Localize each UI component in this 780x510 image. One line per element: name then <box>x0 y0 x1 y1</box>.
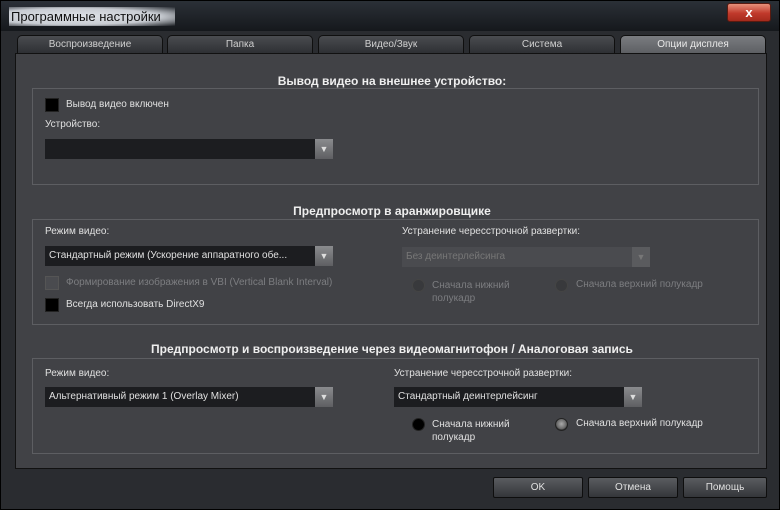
directx9-checkbox[interactable] <box>45 298 59 312</box>
section-heading-external: Вывод видео на внешнее устройство: <box>277 74 507 88</box>
ok-button[interactable]: OK <box>493 477 583 498</box>
directx9-label: Всегда использовать DirectX9 <box>66 299 205 310</box>
arranger-upper-field-label: Сначала верхний полукадр <box>576 279 703 290</box>
tab-playback[interactable]: Воспроизведение <box>17 35 163 53</box>
vbi-label: Формирование изображения в VBI (Vertical… <box>66 277 333 288</box>
label-line: полукадр <box>432 432 476 443</box>
arranger-deinterlace-select[interactable]: Без деинтерлейсинга ▼ <box>402 247 650 267</box>
arranger-video-mode-select[interactable]: Стандартный режим (Ускорение аппаратного… <box>45 246 333 266</box>
arranger-deinterlace-value: Без деинтерлейсинга <box>406 251 506 262</box>
video-output-label: Вывод видео включен <box>66 99 169 110</box>
label-line: Сначала нижний <box>432 280 510 291</box>
vcr-deinterlace-label: Устранение чересстрочной развертки: <box>394 368 572 379</box>
cancel-button[interactable]: Отмена <box>588 477 678 498</box>
arranger-upper-field-radio[interactable] <box>555 279 568 292</box>
video-output-checkbox[interactable] <box>45 98 59 112</box>
label-line: полукадр <box>432 293 476 304</box>
display-options-panel: Вывод видео на внешнее устройство: Вывод… <box>15 53 767 469</box>
chevron-down-icon: ▼ <box>315 387 333 407</box>
label-line: Сначала нижний <box>432 419 510 430</box>
chevron-down-icon: ▼ <box>624 387 642 407</box>
vcr-video-mode-select[interactable]: Альтернативный режим 1 (Overlay Mixer) ▼ <box>45 387 333 407</box>
deinterlace-label: Устранение чересстрочной развертки: <box>402 226 580 237</box>
dialog-window: Программные настройки x Воспроизведение … <box>0 0 780 510</box>
vbi-checkbox[interactable] <box>45 276 59 290</box>
device-select[interactable]: ▼ <box>45 139 333 159</box>
chevron-down-icon: ▼ <box>315 246 333 266</box>
tab-system[interactable]: Система <box>469 35 615 53</box>
vcr-upper-field-radio[interactable] <box>555 418 568 431</box>
window-title: Программные настройки <box>9 7 175 26</box>
chevron-down-icon: ▼ <box>315 139 333 159</box>
arranger-video-mode-value: Стандартный режим (Ускорение аппаратного… <box>49 250 288 261</box>
vcr-upper-field-label: Сначала верхний полукадр <box>576 418 703 429</box>
chevron-down-icon: ▼ <box>632 247 650 267</box>
vcr-video-mode-label: Режим видео: <box>45 368 110 379</box>
vcr-deinterlace-select[interactable]: Стандартный деинтерлейсинг ▼ <box>394 387 642 407</box>
vcr-lower-field-radio[interactable] <box>412 418 425 431</box>
vcr-deinterlace-value: Стандартный деинтерлейсинг <box>398 391 538 402</box>
section-heading-arranger: Предпросмотр в аранжировщике <box>293 204 491 218</box>
tab-folder[interactable]: Папка <box>167 35 313 53</box>
tab-video-audio[interactable]: Видео/Звук <box>318 35 464 53</box>
arranger-lower-field-label: Сначала нижний полукадр <box>432 279 510 305</box>
arranger-lower-field-radio[interactable] <box>412 279 425 292</box>
device-label: Устройство: <box>45 119 101 130</box>
close-button[interactable]: x <box>727 3 771 22</box>
vcr-lower-field-label: Сначала нижний полукадр <box>432 418 510 444</box>
vcr-video-mode-value: Альтернативный режим 1 (Overlay Mixer) <box>49 391 239 402</box>
help-button[interactable]: Помощь <box>683 477 767 498</box>
section-heading-vcr: Предпросмотр и воспроизведение через вид… <box>151 342 633 356</box>
tab-display-options[interactable]: Опции дисплея <box>620 35 766 54</box>
video-mode-label: Режим видео: <box>45 226 110 237</box>
